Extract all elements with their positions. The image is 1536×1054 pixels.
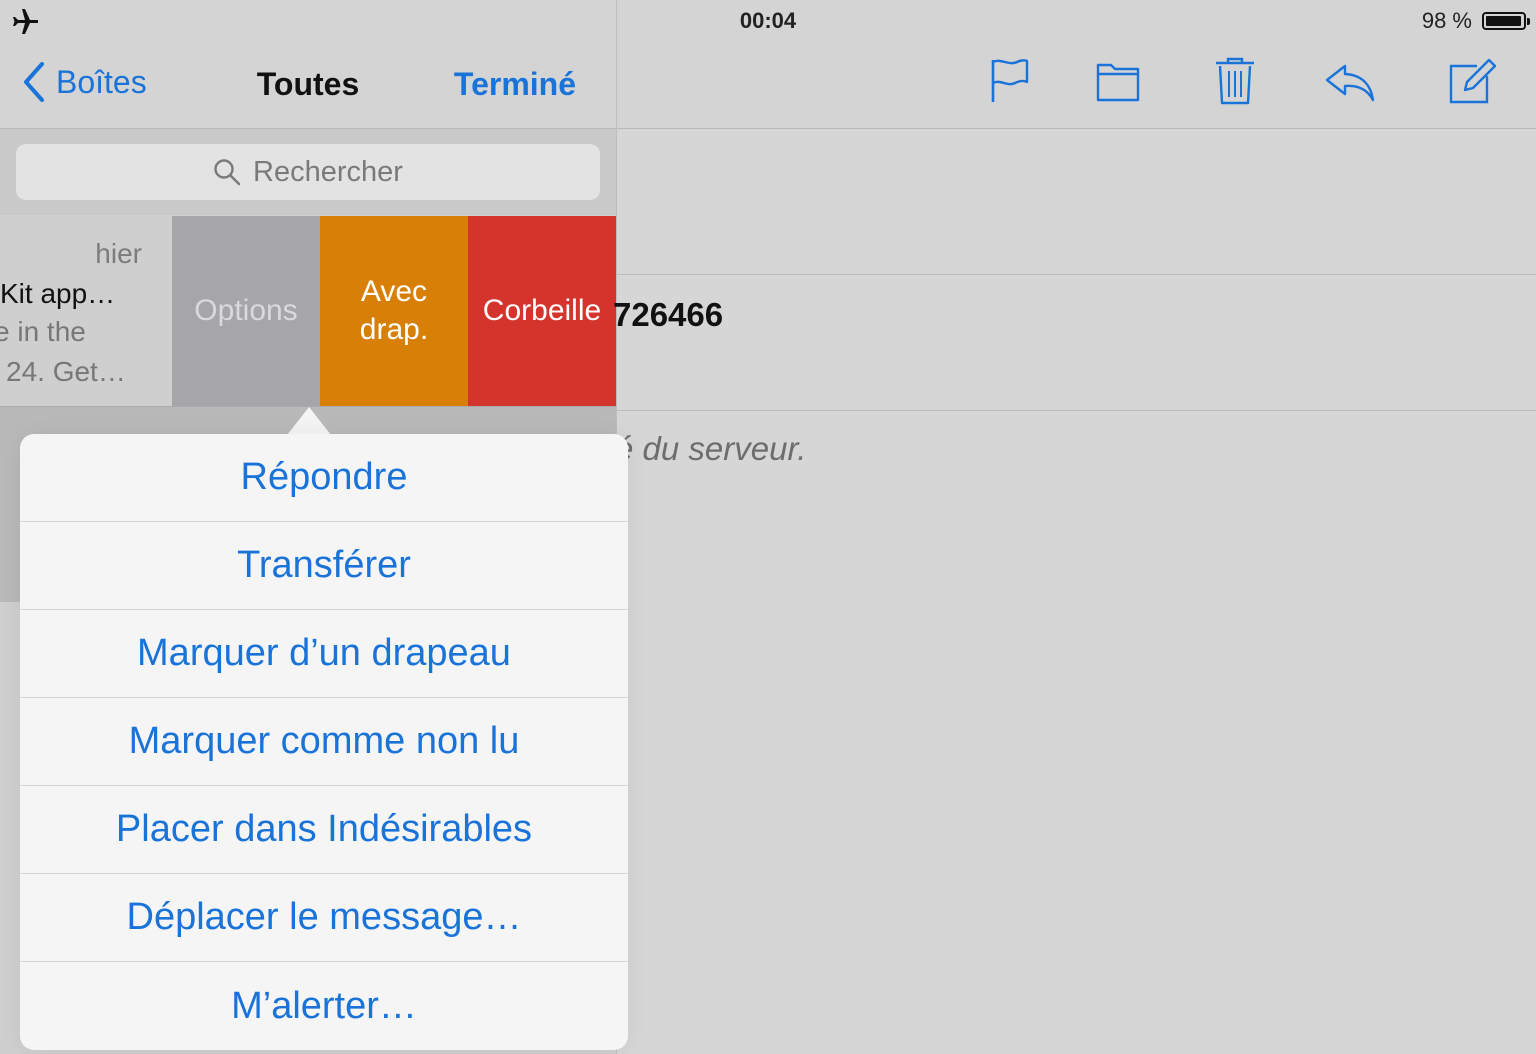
compose-icon[interactable] (1447, 56, 1497, 106)
flag-menu-item[interactable]: Marquer d’un drapeau (20, 610, 628, 698)
move-message-menu-item[interactable]: Déplacer le message… (20, 874, 628, 962)
message-body-fragment: é du serveur. (615, 430, 807, 467)
forward-menu-item[interactable]: Transférer (20, 522, 628, 610)
battery-level (1486, 16, 1522, 26)
status-battery: 98 % (1421, 8, 1530, 34)
done-button[interactable]: Terminé (454, 66, 576, 103)
trash-icon[interactable] (1213, 56, 1257, 106)
battery-percent: 98 % (1421, 8, 1472, 33)
search-bar: Rechercher (0, 129, 616, 215)
reply-menu-item[interactable]: Répondre (20, 434, 628, 522)
status-time: 00:04 (739, 8, 797, 33)
mail-subject: Kit app… (0, 278, 116, 309)
header-divider (617, 274, 1536, 275)
flag-action-label-2: drap. (359, 313, 429, 346)
folder-icon[interactable] (1095, 56, 1141, 106)
flag-action-button[interactable]: Avec drap. (320, 216, 468, 406)
flag-icon[interactable] (987, 56, 1035, 106)
mail-item-content: hier Kit app… e in the 24. Get… (0, 216, 172, 406)
search-input[interactable]: Rechercher (16, 144, 600, 200)
flag-action-label-1: Avec (360, 275, 428, 308)
action-popover: Répondre Transférer Marquer d’un drapeau… (20, 434, 628, 1050)
search-placeholder: Rechercher (253, 155, 403, 188)
mail-preview-line-1: e in the (0, 316, 86, 347)
mail-preview-line-2: 24. Get… (6, 356, 126, 387)
reply-icon[interactable] (1323, 56, 1377, 106)
mail-list-item[interactable]: hier Kit app… e in the 24. Get… Options … (0, 216, 616, 406)
popover-arrow (287, 407, 331, 435)
mail-date: hier (95, 238, 142, 269)
options-action-button[interactable]: Options (172, 216, 320, 406)
move-to-junk-menu-item[interactable]: Placer dans Indésirables (20, 786, 628, 874)
battery-icon (1482, 12, 1530, 30)
search-icon (214, 159, 241, 186)
subject-divider (617, 410, 1536, 411)
notify-me-menu-item[interactable]: M’alerter… (20, 962, 628, 1050)
trash-action-button[interactable]: Corbeille (468, 216, 616, 406)
message-subject-fragment: 726466 (613, 296, 724, 333)
mark-unread-menu-item[interactable]: Marquer comme non lu (20, 698, 628, 786)
